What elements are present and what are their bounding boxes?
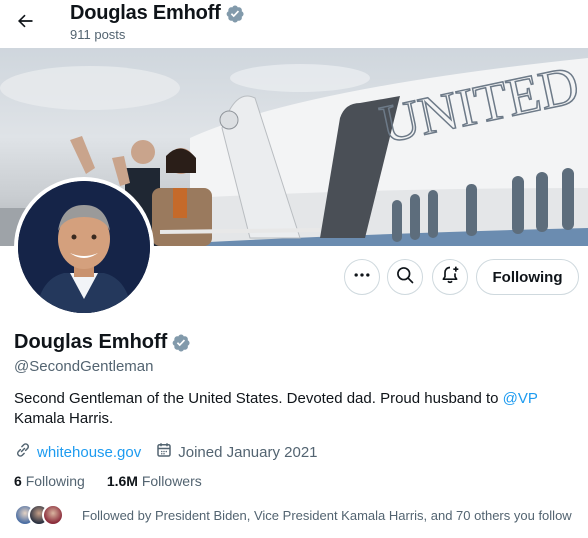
bell-plus-icon	[440, 265, 460, 290]
following-stat[interactable]: 6 Following	[14, 473, 85, 489]
following-button[interactable]: Following	[476, 259, 579, 295]
profile-bio: Second Gentleman of the United States. D…	[14, 389, 574, 429]
ellipsis-icon	[352, 265, 372, 290]
bio-text: Second Gentleman of the United States. D…	[14, 390, 503, 407]
more-button[interactable]	[344, 259, 380, 295]
arrow-left-icon	[15, 11, 35, 36]
profile-meta: whitehouse.gov Joined January 2021	[14, 441, 332, 463]
followed-by-row[interactable]: Followed by President Biden, Vice Presid…	[14, 504, 572, 526]
joined-item: Joined January 2021	[155, 441, 318, 463]
following-label: Following	[25, 473, 85, 489]
verified-badge-icon[interactable]	[171, 333, 191, 353]
header-name-row: Douglas Emhoff	[70, 2, 245, 25]
joined-date: Joined January 2021	[178, 443, 318, 461]
followers-stat[interactable]: 1.6M Followers	[107, 473, 202, 489]
profile-stats: 6 Following 1.6M Followers	[14, 473, 224, 489]
followed-by-text: Followed by President Biden, Vice Presid…	[82, 507, 572, 523]
header-name: Douglas Emhoff	[70, 2, 221, 24]
link-icon	[14, 441, 37, 463]
followed-by-avatars	[14, 504, 66, 526]
following-count: 6	[14, 473, 22, 489]
posts-count: 911 posts	[70, 27, 126, 42]
bio-mention-link[interactable]: @VP	[503, 390, 538, 407]
display-name: Douglas Emhoff	[14, 331, 168, 353]
notifications-button[interactable]	[432, 259, 468, 295]
calendar-icon	[155, 441, 178, 463]
website-link[interactable]: whitehouse.gov	[37, 444, 141, 461]
profile-avatar[interactable]	[14, 177, 154, 317]
profile-name-row: Douglas Emhoff	[14, 331, 191, 354]
search-icon	[395, 265, 415, 290]
avatar-photo	[18, 181, 150, 313]
profile-handle: @SecondGentleman	[14, 358, 154, 375]
followers-count: 1.6M	[106, 473, 138, 489]
top-bar: Douglas Emhoff 911 posts	[0, 0, 588, 48]
back-button[interactable]	[8, 6, 42, 40]
bio-suffix: Kamala Harris.	[14, 410, 114, 427]
verified-badge-icon[interactable]	[225, 4, 245, 24]
website-item: whitehouse.gov	[14, 441, 141, 463]
search-profile-button[interactable]	[387, 259, 423, 295]
avatar	[42, 504, 64, 526]
followers-label: Followers	[141, 473, 202, 489]
